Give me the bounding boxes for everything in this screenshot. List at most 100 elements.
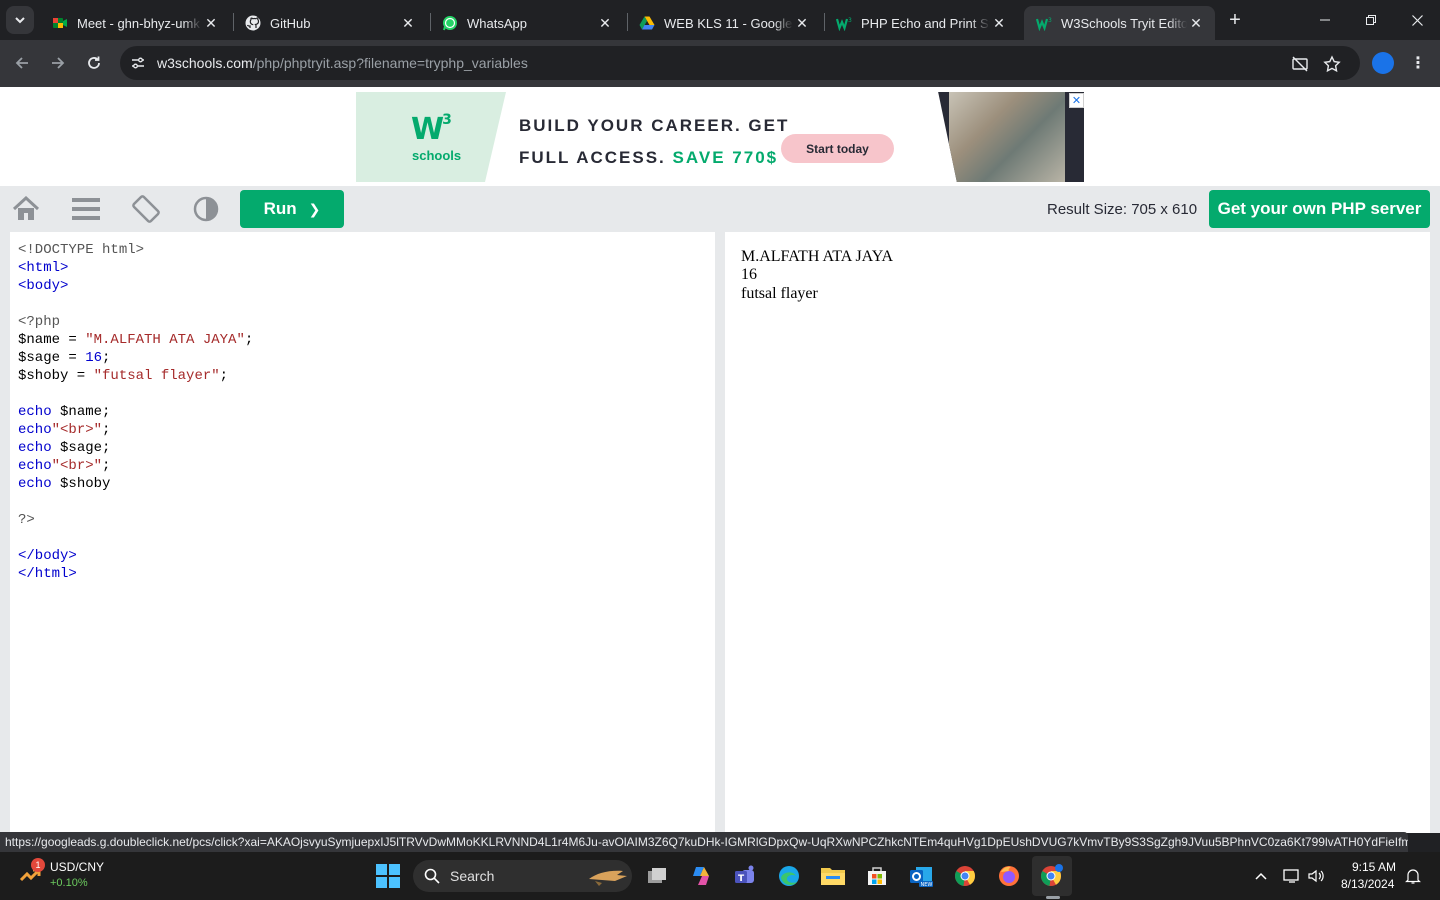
code-token: $shoby — [51, 476, 111, 492]
tab-github[interactable]: GitHub ✕ — [233, 6, 427, 40]
windows-logo-tile — [389, 877, 400, 888]
rotate-icon[interactable] — [130, 194, 162, 224]
code-token: ; — [244, 332, 254, 348]
ad-close-icon[interactable]: ✕ — [1069, 93, 1084, 108]
w3schools-icon: 3 — [836, 15, 852, 31]
result-size-label: Result Size: 705 x 610 — [1047, 201, 1198, 218]
code-number: 16 — [85, 350, 103, 366]
pane-divider[interactable] — [715, 232, 725, 833]
code-token: $shoby = — [18, 368, 94, 384]
copilot-icon[interactable] — [687, 862, 715, 890]
tab-whatsapp[interactable]: WhatsApp ✕ — [430, 6, 624, 40]
edge-icon[interactable] — [775, 862, 803, 890]
tab-title: Meet - ghn-bhyz-umk — [77, 15, 200, 31]
windows-logo-tile — [376, 877, 387, 888]
code-line: </html> — [18, 566, 77, 582]
logo-mark: W3 — [411, 112, 452, 147]
link-status-bubble: https://googleads.g.doubleclick.net/pcs/… — [0, 832, 1408, 852]
windows-logo-tile — [376, 864, 387, 875]
bookmark-star-icon[interactable] — [1322, 54, 1342, 74]
code-keyword: echo — [18, 476, 52, 492]
network-icon[interactable] — [1282, 866, 1302, 886]
code-editor[interactable]: <!DOCTYPE html> <html> <body> <?php $nam… — [10, 232, 715, 833]
contrast-icon[interactable] — [190, 194, 222, 224]
code-token: ; — [219, 368, 229, 384]
tab-php-echo[interactable]: 3 PHP Echo and Print Statements ✕ — [824, 6, 1018, 40]
ad-banner[interactable]: W3 schools BUILD YOUR CAREER. GET FULL A… — [356, 92, 1084, 182]
run-button[interactable]: Run ❯ — [240, 190, 344, 228]
code-keyword: echo — [18, 440, 52, 456]
run-label: Run — [263, 199, 297, 218]
get-php-server-button[interactable]: Get your own PHP server — [1209, 190, 1430, 228]
close-icon[interactable]: ✕ — [399, 14, 417, 32]
code-line: echo $sage; — [18, 440, 110, 456]
ad-headline: BUILD YOUR CAREER. GET FULL ACCESS. SAVE… — [519, 110, 789, 174]
tab-search-button[interactable] — [6, 6, 34, 34]
cast-off-icon[interactable] — [1290, 54, 1310, 74]
ad-start-today-button[interactable]: Start today — [781, 134, 894, 163]
start-button[interactable] — [376, 864, 400, 888]
chrome-active-icon[interactable] — [1038, 862, 1066, 890]
code-line: $name = "M.ALFATH ATA JAYA"; — [18, 332, 253, 348]
close-icon[interactable]: ✕ — [990, 14, 1008, 32]
google-drive-icon — [639, 15, 655, 31]
tab-meet[interactable]: Meet - ghn-bhyz-umk ✕ — [40, 6, 230, 40]
firefox-icon[interactable] — [995, 862, 1023, 890]
microsoft-store-icon[interactable] — [863, 862, 891, 890]
file-explorer-icon[interactable] — [819, 862, 847, 890]
code-line: $shoby = "futsal flayer"; — [18, 368, 228, 384]
reload-button[interactable] — [80, 49, 108, 77]
url-path: /php/phptryit.asp?filename=tryphp_variab… — [252, 55, 528, 71]
taskbar-search[interactable]: Search — [413, 860, 632, 892]
editor-toolbar: Run ❯ Result Size: 705 x 610 Get your ow… — [0, 186, 1440, 232]
browser-menu-icon[interactable]: ⋮ — [1408, 52, 1428, 74]
chrome-icon[interactable] — [951, 862, 979, 890]
logo-superscript: 3 — [442, 112, 452, 128]
restore-button[interactable] — [1348, 0, 1394, 40]
code-string: "M.ALFATH ATA JAYA" — [85, 332, 245, 348]
new-tab-button[interactable]: + — [1223, 8, 1247, 32]
code-line: ?> — [18, 512, 35, 528]
code-line: <!DOCTYPE html> — [18, 242, 145, 258]
ad-save-text: SAVE 770$ — [672, 148, 779, 167]
close-icon[interactable]: ✕ — [1187, 14, 1205, 32]
tab-google-drive[interactable]: WEB KLS 11 - Google Drive ✕ — [627, 6, 821, 40]
minimize-button[interactable] — [1302, 0, 1348, 40]
code-line: </body> — [18, 548, 77, 564]
clock-time[interactable]: 9:15 AM — [1352, 860, 1396, 874]
ad-photo-image — [949, 92, 1065, 182]
outlook-icon[interactable]: NEW — [907, 862, 935, 890]
menu-icon[interactable] — [70, 194, 102, 224]
home-icon[interactable] — [10, 194, 42, 224]
tab-title: W3Schools Tryit Editor — [1061, 15, 1187, 31]
task-view-icon[interactable] — [643, 862, 671, 890]
back-button[interactable] — [8, 49, 36, 77]
close-icon[interactable]: ✕ — [793, 14, 811, 32]
clock-date[interactable]: 8/13/2024 — [1341, 877, 1394, 891]
code-token: ; — [102, 350, 111, 366]
close-icon[interactable]: ✕ — [202, 14, 220, 32]
code-text[interactable]: <!DOCTYPE html> <html> <body> <?php $nam… — [18, 241, 253, 583]
tab-title: WEB KLS 11 - Google Drive — [664, 15, 793, 31]
code-line: <body> — [18, 278, 69, 294]
w3schools-icon: 3 — [1036, 15, 1052, 31]
window-close-button[interactable] — [1394, 0, 1440, 40]
chevron-up-icon[interactable] — [1251, 866, 1271, 886]
site-settings-icon[interactable] — [128, 53, 148, 73]
volume-icon[interactable] — [1306, 866, 1326, 886]
result-line: 16 — [741, 266, 757, 283]
w3schools-logo: W3 schools — [356, 92, 506, 182]
notification-bell-icon[interactable] — [1403, 866, 1423, 886]
code-line: $sage = 16; — [18, 350, 110, 366]
ad-line-2: FULL ACCESS. SAVE 770$ — [519, 142, 789, 174]
active-app-indicator — [1046, 896, 1060, 899]
teams-icon[interactable]: T — [731, 862, 759, 890]
tab-title: PHP Echo and Print Statements — [861, 15, 990, 31]
forward-button[interactable] — [44, 49, 72, 77]
profile-avatar[interactable] — [1372, 52, 1394, 74]
tab-tryit-editor[interactable]: 3 W3Schools Tryit Editor ✕ — [1024, 6, 1215, 40]
address-bar[interactable]: w3schools.com/php/phptryit.asp?filename=… — [120, 46, 1360, 80]
chevron-down-icon — [15, 17, 25, 24]
close-icon[interactable]: ✕ — [596, 14, 614, 32]
github-icon — [245, 15, 261, 31]
